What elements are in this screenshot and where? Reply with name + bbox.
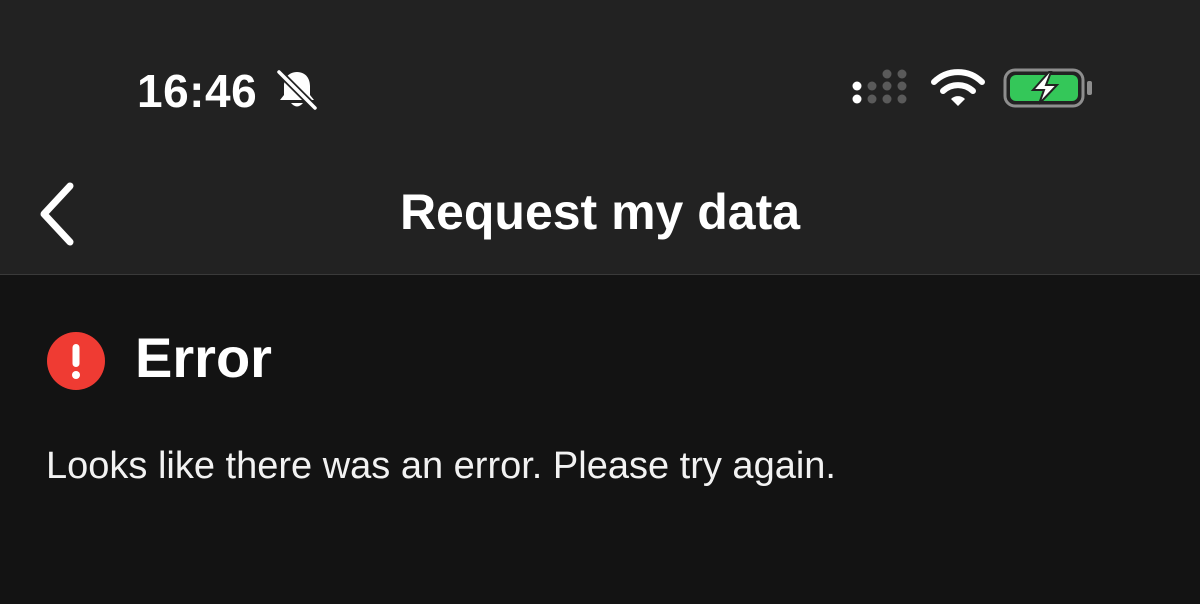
cellular-signal-icon (852, 69, 907, 104)
error-message: Looks like there was an error. Please tr… (46, 445, 836, 487)
battery-charging-icon (1003, 68, 1092, 108)
status-bar: 16:46 (0, 0, 1200, 160)
error-panel: Error Looks like there was an error. Ple… (0, 275, 1200, 604)
wifi-icon (931, 69, 985, 106)
error-title: Error (135, 326, 272, 389)
exclamation-circle-icon (47, 332, 105, 390)
navigation-bar: Request my data (0, 160, 1200, 274)
status-time: 16:46 (137, 65, 258, 117)
top-chrome: 16:46 Request my data (0, 0, 1200, 274)
bell-slash-icon (275, 68, 319, 112)
page-title: Request my data (399, 184, 801, 240)
screen: 16:46 Request my data Error Looks like t… (0, 0, 1200, 604)
